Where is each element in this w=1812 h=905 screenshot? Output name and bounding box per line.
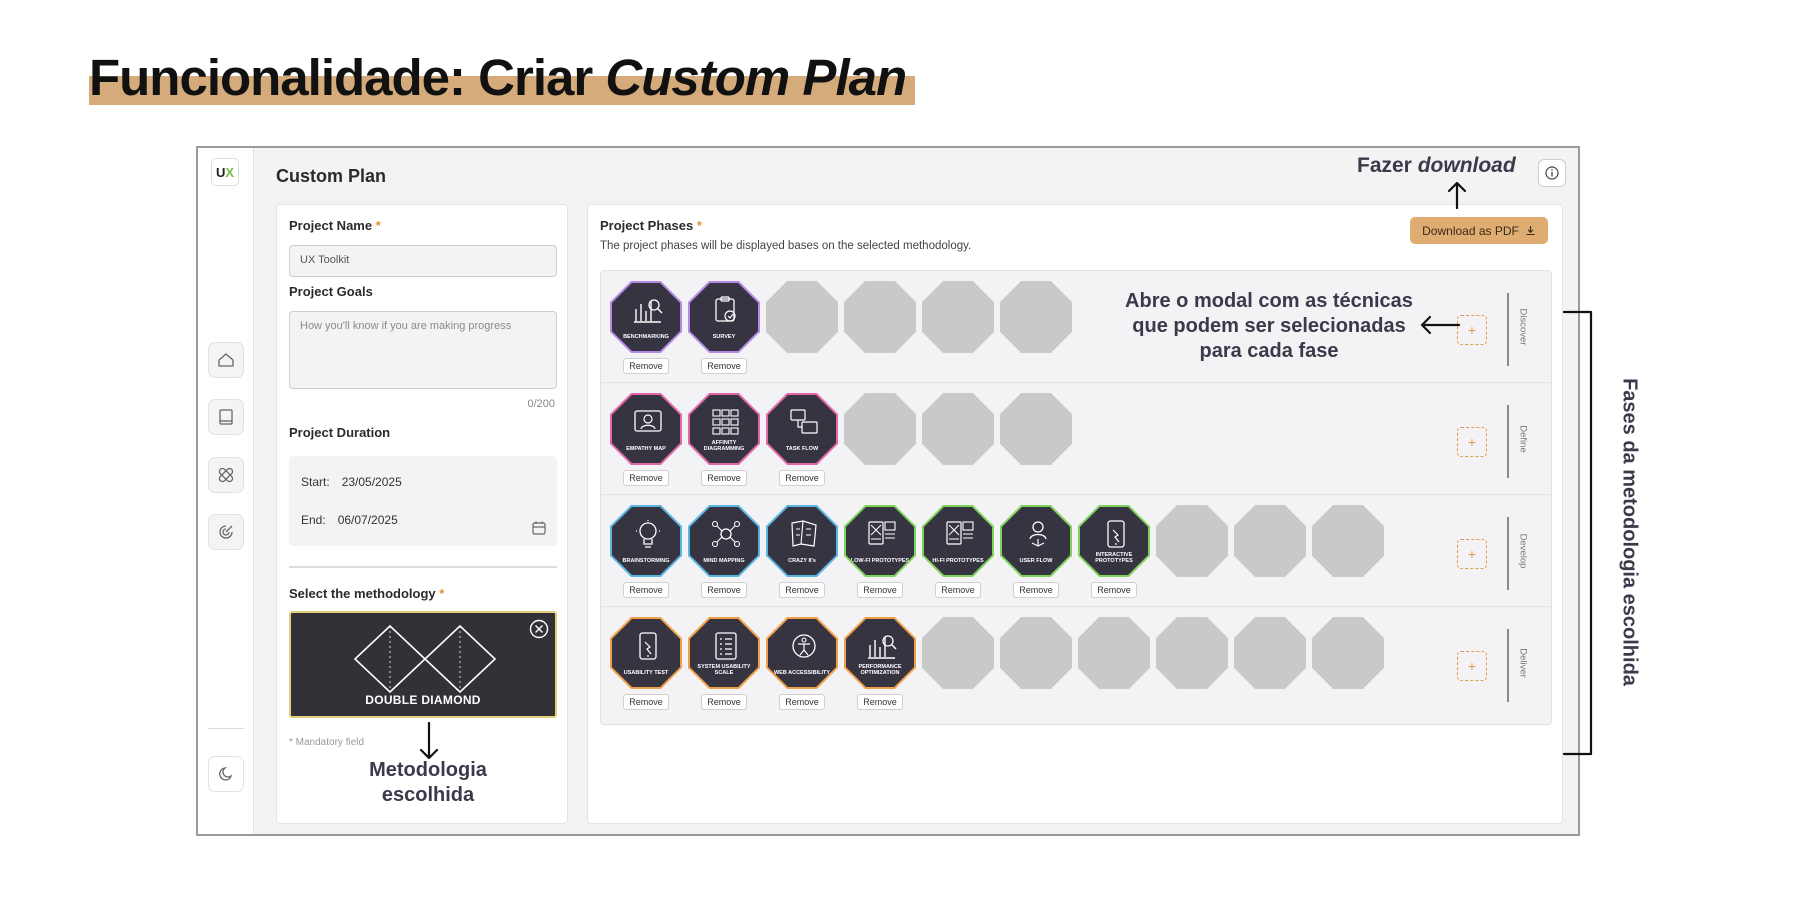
slide: Funcionalidade: Criar Custom Plan UX Cus… <box>0 0 1812 905</box>
annotation-arrows <box>419 181 1593 760</box>
